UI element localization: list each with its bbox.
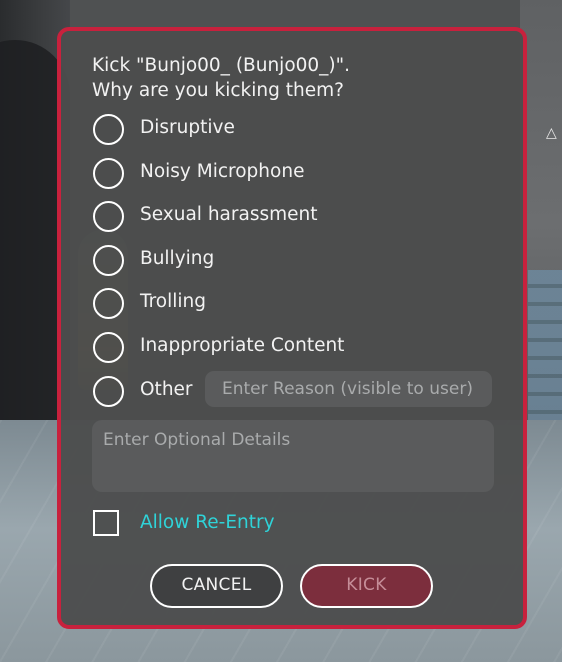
radio-button[interactable] [93,201,124,232]
dialog-title-question: Why are you kicking them? [92,80,344,101]
radio-button[interactable] [93,332,124,363]
reason-option-inappropriate-content[interactable]: Inappropriate Content [91,331,501,367]
reason-option-bullying[interactable]: Bullying [91,244,501,280]
reason-label: Disruptive [140,117,235,138]
radio-button[interactable] [93,114,124,145]
radio-button[interactable] [93,288,124,319]
dialog-title-target: Kick "Bunjo00_ (Bunjo00_)". [92,55,351,76]
allow-reentry-label[interactable]: Allow Re-Entry [140,510,275,536]
reason-label: Noisy Microphone [140,161,305,182]
dialog-title: Kick "Bunjo00_ (Bunjo00_)". Why are you … [92,53,502,103]
allow-reentry-checkbox[interactable] [93,510,119,536]
cancel-button[interactable]: CANCEL [150,564,283,608]
reason-label: Trolling [140,291,206,312]
radio-button[interactable] [93,245,124,276]
kick-button[interactable]: KICK [300,564,433,608]
reason-option-trolling[interactable]: Trolling [91,287,501,323]
other-reason-input[interactable]: Enter Reason (visible to user) [205,371,492,407]
reason-option-noisy-microphone[interactable]: Noisy Microphone [91,157,501,193]
reason-label: Inappropriate Content [140,335,345,356]
allow-reentry-toggle[interactable]: Allow Re-Entry [92,508,352,540]
kick-dialog: Kick "Bunjo00_ (Bunjo00_)". Why are you … [57,27,527,629]
reason-label: Other [140,379,193,400]
pointer-cursor-icon: △ [546,125,557,141]
reason-label: Sexual harassment [140,204,318,225]
reason-option-disruptive[interactable]: Disruptive [91,113,501,149]
optional-details-input[interactable]: Enter Optional Details [92,420,494,492]
reason-option-other[interactable]: Other Enter Reason (visible to user) [91,371,501,411]
radio-button[interactable] [93,376,124,407]
radio-button[interactable] [93,158,124,189]
reason-option-sexual-harassment[interactable]: Sexual harassment [91,200,501,236]
reason-label: Bullying [140,248,215,269]
